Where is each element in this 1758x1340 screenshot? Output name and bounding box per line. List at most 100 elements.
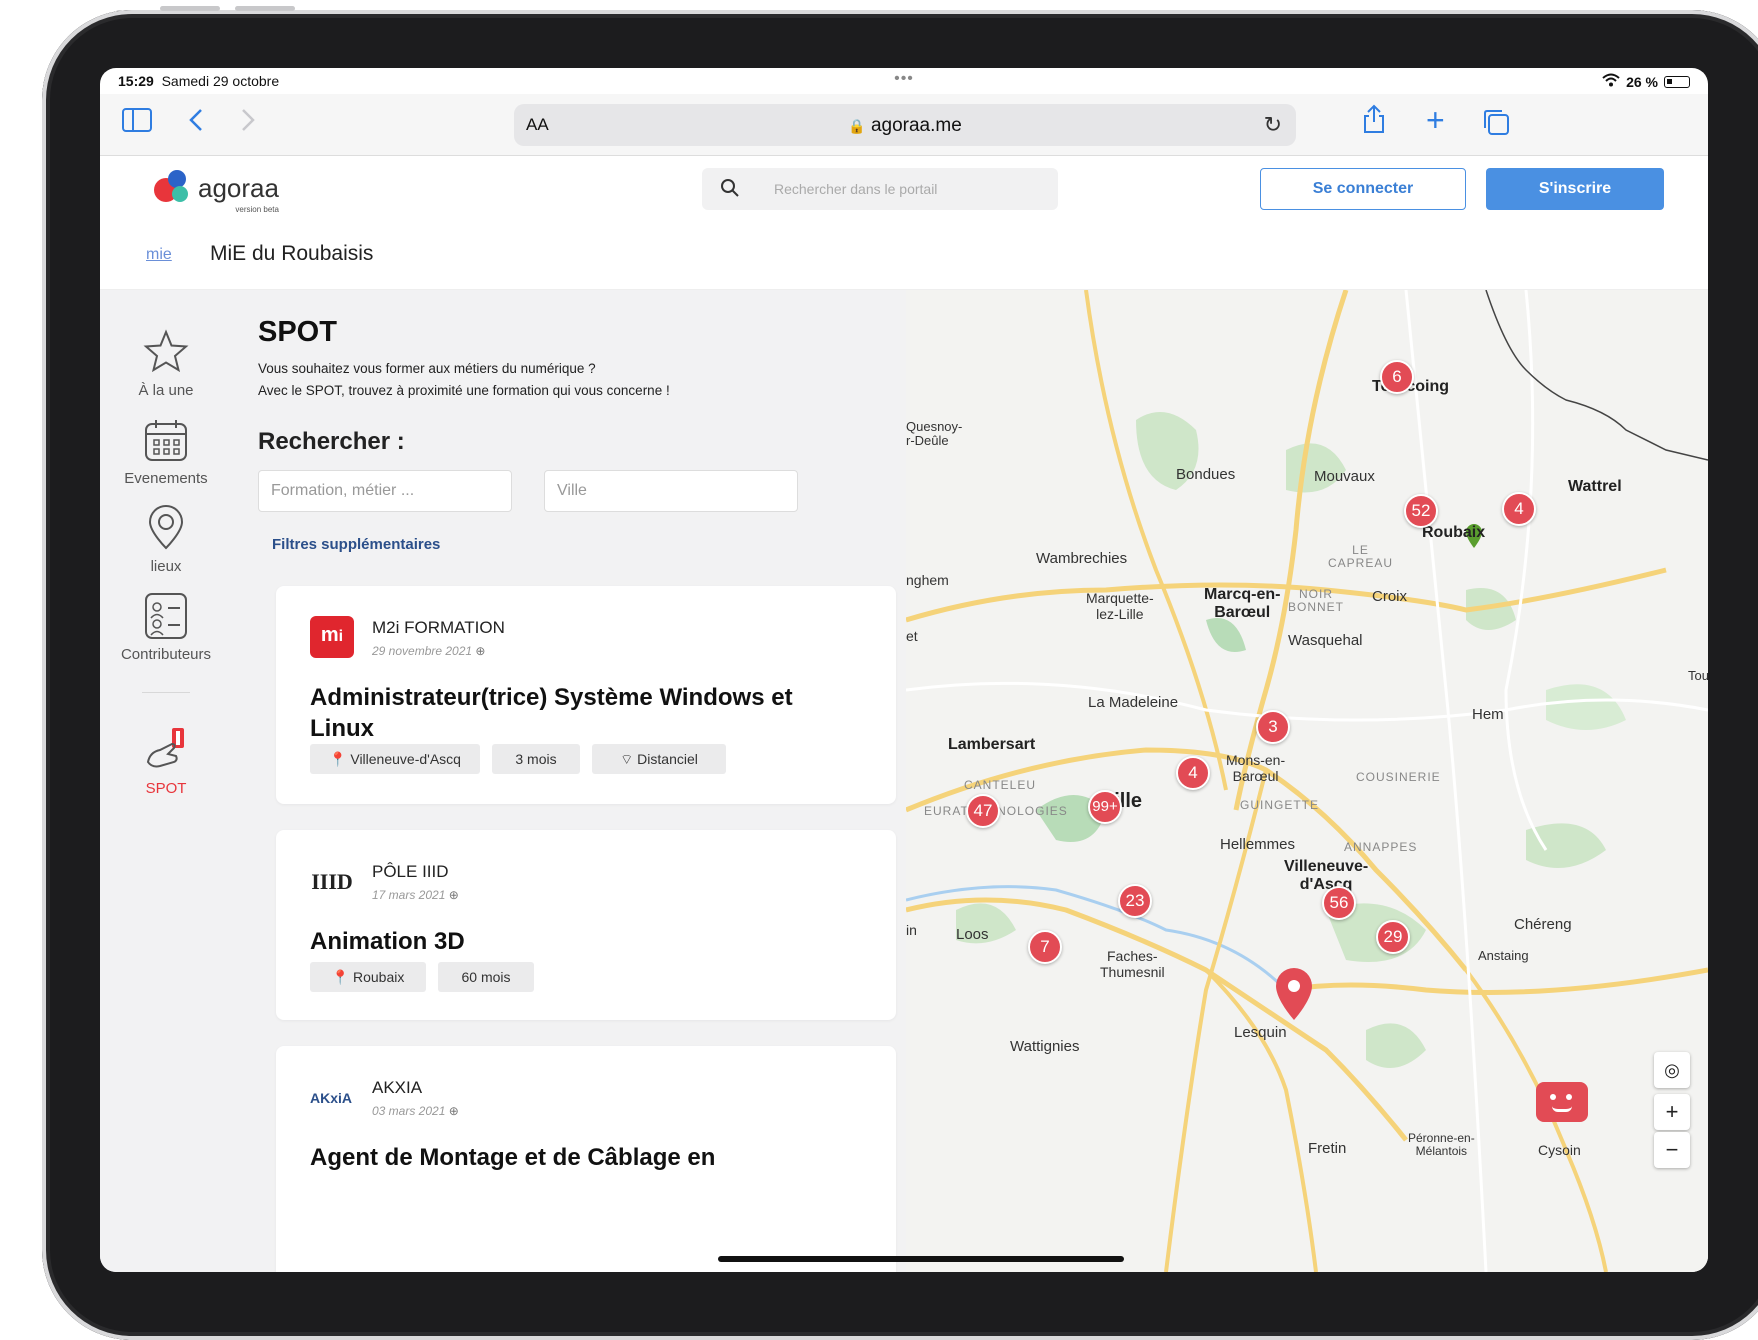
home-indicator[interactable] — [718, 1256, 1124, 1262]
map-label: Wasquehal — [1288, 632, 1363, 649]
nav-item-a-la-une[interactable]: À la une — [100, 328, 232, 399]
zoom-out-button[interactable]: − — [1654, 1132, 1690, 1168]
address-bar[interactable]: AA 🔒 agoraa.me ↻ — [514, 104, 1296, 146]
map-label: Quesnoy- r-Deûle — [906, 419, 963, 448]
volume-button — [160, 6, 220, 11]
organization-bar: mie MiE du Roubaisis — [100, 220, 1708, 290]
map-label: Wattignies — [1010, 1038, 1080, 1055]
sidebar-toggle-icon[interactable] — [122, 108, 152, 139]
nav-item-lieux[interactable]: lieux — [100, 504, 232, 575]
map-cluster-marker[interactable]: 7 — [1028, 930, 1062, 964]
locate-me-icon[interactable]: ◎ — [1654, 1052, 1690, 1088]
page-title: SPOT — [258, 316, 337, 348]
search-icon — [720, 178, 740, 203]
spot-description-line: Vous souhaitez vous former aux métiers d… — [258, 361, 596, 376]
formation-card[interactable]: AKxiA AKXIA 03 mars 2021 ⊕ Agent de Mont… — [276, 1046, 896, 1272]
map-label: Fretin — [1308, 1140, 1347, 1157]
new-tab-icon[interactable]: + — [1426, 102, 1445, 139]
map-cluster-marker[interactable]: 29 — [1376, 920, 1410, 954]
wifi-icon — [1602, 73, 1620, 90]
map-cluster-marker[interactable]: 4 — [1176, 756, 1210, 790]
globe-icon: ⊕ — [448, 888, 459, 902]
login-button[interactable]: Se connecter — [1260, 168, 1466, 210]
ipad-screen: 15:29 Samedi 29 octobre ••• 26 % AA 🔒 ag… — [100, 68, 1708, 1272]
map-cluster-marker[interactable]: 3 — [1256, 710, 1290, 744]
side-navigation: À la une Evenements lieux Contributeurs … — [100, 290, 232, 1272]
map-label: Faches- Thumesnil — [1100, 948, 1165, 980]
share-icon[interactable] — [1362, 104, 1386, 141]
map-label: Wambrechies — [1036, 550, 1128, 567]
url-text: agoraa.me — [870, 115, 962, 136]
map-label: Wattrel — [1568, 478, 1622, 495]
back-icon[interactable] — [188, 108, 204, 139]
mode-tag: ⌔ Distanciel — [592, 744, 726, 774]
akxia-logo: AKxiA — [310, 1090, 353, 1106]
nav-item-evenements[interactable]: Evenements — [100, 416, 232, 487]
map-cluster-marker[interactable]: 47 — [966, 794, 1000, 828]
star-icon — [143, 329, 189, 373]
formation-title[interactable]: Agent de Montage et de Câblage en — [310, 1142, 850, 1173]
globe-icon: ⊕ — [475, 644, 486, 658]
nav-label: lieux — [150, 558, 182, 575]
site-header: agoraa version beta Rechercher dans le po… — [100, 156, 1708, 220]
formation-card[interactable]: IIID PÔLE IIID 17 mars 2021 ⊕ Animation … — [276, 830, 896, 1020]
volume-button — [235, 6, 295, 11]
formation-card[interactable]: mi M2i FORMATION 29 novembre 2021 ⊕ Admi… — [276, 586, 896, 804]
map-label: Péronne-en- Mélantois — [1408, 1131, 1475, 1158]
wifi-icon: ⌔ — [620, 751, 634, 767]
map-cluster-marker[interactable]: 99+ — [1088, 790, 1122, 824]
organization-name: PÔLE IIID — [372, 862, 449, 881]
logo-beta-label: version beta — [235, 204, 279, 214]
tag-label: Distanciel — [637, 751, 698, 767]
map-cluster-marker[interactable]: 56 — [1322, 886, 1356, 920]
pole-iiid-logo: IIID — [311, 869, 353, 894]
agoraa-logo[interactable]: agoraa version beta — [154, 170, 279, 214]
map-district-label: COUSINERIE — [1356, 770, 1441, 784]
map-cluster-marker[interactable]: 23 — [1118, 884, 1152, 918]
mie-logo[interactable]: mie — [146, 246, 172, 264]
portal-search-input[interactable]: Rechercher dans le portail — [702, 168, 1058, 210]
chat-widget-icon[interactable] — [1536, 1082, 1588, 1122]
map-label: Chéreng — [1514, 916, 1572, 933]
tag-label: Villeneuve-d'Ascq — [350, 751, 461, 767]
organization-name: M2i FORMATION — [372, 618, 505, 637]
map-view[interactable]: Tourcoing Roubaix Wattrel Bondues Mouvau… — [906, 290, 1708, 1272]
publish-date: 03 mars 2021 — [372, 1104, 446, 1118]
globe-icon: ⊕ — [448, 1104, 459, 1118]
publish-date: 29 novembre 2021 — [372, 644, 473, 658]
map-label: Lesquin — [1234, 1024, 1287, 1041]
map-cluster-marker[interactable]: 6 — [1380, 360, 1414, 394]
nav-item-contributeurs[interactable]: Contributeurs — [100, 592, 232, 663]
m2i-logo: mi — [310, 616, 354, 658]
duration-tag: 60 mois — [438, 962, 534, 992]
formation-title[interactable]: Animation 3D — [310, 926, 850, 957]
reload-icon[interactable]: ↻ — [1264, 112, 1282, 138]
map-label: Marquette- lez-Lille — [1086, 590, 1154, 622]
map-label: in — [906, 922, 917, 938]
spot-description-line: Avec le SPOT, trouvez à proximité une fo… — [258, 383, 670, 398]
lock-icon: 🔒 — [848, 118, 866, 134]
duration-tag: 3 mois — [492, 744, 580, 774]
city-search-input[interactable]: Ville — [544, 470, 798, 512]
zoom-in-button[interactable]: + — [1654, 1094, 1690, 1130]
map-cluster-marker[interactable]: 52 — [1404, 494, 1438, 528]
spot-panel: SPOT Vous souhaitez vous former aux méti… — [232, 290, 906, 1272]
forward-icon[interactable] — [240, 108, 256, 139]
multitask-dots-icon[interactable]: ••• — [894, 70, 914, 88]
map-label: Cysoin — [1538, 1142, 1581, 1158]
signup-button[interactable]: S'inscrire — [1486, 168, 1664, 210]
formation-search-input[interactable]: Formation, métier ... — [258, 470, 512, 512]
map-district-label: ANNAPPES — [1344, 840, 1418, 854]
map-label: Anstaing — [1478, 948, 1529, 963]
formation-title[interactable]: Administrateur(trice) Système Windows et… — [310, 682, 850, 744]
map-district-label: GUINGETTE — [1240, 798, 1320, 812]
nav-item-spot[interactable]: SPOT — [100, 726, 232, 797]
location-pin-icon: 📍 — [331, 969, 350, 985]
tabs-overview-icon[interactable] — [1482, 108, 1510, 143]
nav-divider — [142, 692, 190, 693]
additional-filters-link[interactable]: Filtres supplémentaires — [272, 536, 440, 553]
map-label: Marcq-en- Barœul — [1204, 586, 1281, 621]
map-cluster-marker[interactable]: 4 — [1502, 492, 1536, 526]
contacts-icon — [145, 593, 187, 639]
map-label: Hellemmes — [1220, 836, 1296, 853]
